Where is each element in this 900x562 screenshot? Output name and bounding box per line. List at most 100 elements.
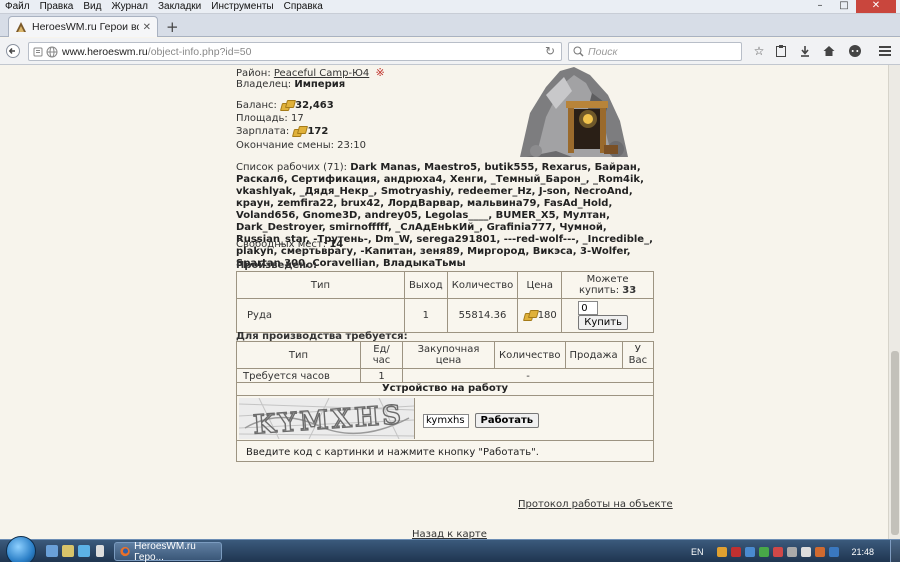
tray-app-icon[interactable] [829, 546, 840, 557]
bookmark-star-icon[interactable]: ☆ [752, 44, 766, 58]
close-window-icon[interactable]: ✕ [856, 0, 896, 13]
col-you-have: У Вас [621, 341, 655, 369]
location-marker-icon: ※ [375, 66, 385, 79]
clipboard-icon[interactable] [774, 44, 788, 58]
can-buy-value: 33 [622, 285, 637, 296]
col-per-hour: Ед/час [360, 341, 403, 369]
col-sale: Продажа [564, 341, 623, 369]
browser-tab[interactable]: HeroesWM.ru Герои войн... ✕ [8, 16, 158, 37]
resource-output: 1 [404, 298, 448, 333]
salary-value: 172 [307, 126, 329, 137]
menu-history[interactable]: Журнал [106, 1, 153, 12]
col-output: Выход [404, 271, 448, 299]
minimize-icon[interactable]: – [808, 0, 832, 13]
tab-strip: HeroesWM.ru Герои войн... ✕ + [0, 14, 900, 37]
back-icon[interactable] [6, 44, 20, 58]
site-favicon-icon [16, 22, 26, 32]
show-desktop-icon[interactable] [46, 545, 58, 557]
taskbar-firefox-task[interactable]: HeroesWM.ru Геро... [114, 540, 222, 562]
start-button[interactable] [6, 536, 36, 562]
page-scrollbar[interactable] [888, 65, 900, 539]
captcha-form: Работать [423, 413, 540, 428]
resource-price-cell: 180 [517, 298, 563, 333]
area-value: 17 [290, 113, 304, 124]
clock[interactable]: 21:48 [851, 547, 874, 557]
reload-icon[interactable]: ↻ [545, 44, 555, 58]
district-link[interactable]: Peaceful Camp-Ю4 [274, 68, 369, 79]
work-button[interactable]: Работать [474, 413, 540, 428]
window-controls: – □ ✕ [808, 0, 896, 13]
tray-app-icon[interactable] [759, 546, 770, 557]
workers-names: Dark Manas, Maestro5, butik555, Rexarus,… [236, 162, 653, 269]
owner-value: Империя [294, 79, 346, 90]
shift-end-value: 23:10 [337, 140, 366, 151]
page-info-icon[interactable] [33, 47, 43, 57]
tray-app-icon[interactable] [731, 546, 742, 557]
buy-cell: Купить [561, 298, 654, 333]
tray-warning-icon[interactable] [717, 546, 728, 557]
page-content: Район: Peaceful Camp-Ю4 ※ Владелец: Импе… [0, 65, 888, 539]
home-icon[interactable] [822, 44, 836, 58]
owner-label: Владелец: [236, 79, 292, 90]
menu-bookmarks[interactable]: Закладки [153, 1, 206, 12]
show-desktop-button[interactable] [890, 540, 900, 562]
menu-help[interactable]: Справка [279, 1, 328, 12]
buy-quantity-input[interactable] [578, 301, 599, 315]
menu-tools[interactable]: Инструменты [206, 1, 278, 12]
tray-app-icon[interactable] [773, 546, 784, 557]
search-box[interactable]: Поиск [568, 42, 742, 61]
resource-type: Руда [236, 298, 405, 333]
menu-edit[interactable]: Правка [35, 1, 79, 12]
taskbar-task-label: HeroesWM.ru Геро... [134, 540, 196, 562]
chat-icon[interactable] [848, 44, 862, 58]
job-title: Устройство на работу [237, 383, 653, 396]
back-to-map-link[interactable]: Назад к карте [412, 529, 487, 539]
table-header-row: Тип Ед/час Закупочная цена Количество Пр… [236, 341, 655, 369]
col-type: Тип [236, 271, 405, 299]
required-table: Тип Ед/час Закупочная цена Количество Пр… [236, 341, 655, 385]
district-label: Район: [236, 68, 271, 79]
area-label: Площадь: [236, 113, 288, 124]
quicklaunch-icon[interactable] [78, 545, 90, 557]
tray-app-icon[interactable] [815, 546, 826, 557]
language-indicator[interactable]: EN [691, 547, 704, 557]
menu-view[interactable]: Вид [78, 1, 106, 12]
col-price: Цена [517, 271, 563, 299]
more-icon[interactable] [96, 545, 104, 557]
new-tab-icon[interactable]: + [166, 18, 179, 36]
download-icon[interactable] [798, 44, 812, 58]
maximize-icon[interactable]: □ [832, 0, 856, 13]
owner-row: Владелец: Империя [236, 79, 636, 91]
buy-button[interactable]: Купить [578, 315, 629, 330]
windows-taskbar: HeroesWM.ru Геро... EN 21:48 [0, 536, 900, 562]
captcha-image: KYMXHS [239, 398, 415, 439]
workers-label: Список рабочих (71): [236, 162, 348, 173]
tab-title: HeroesWM.ru Герои войн... [32, 21, 139, 33]
shift-end-label: Окончание смены: [236, 140, 334, 151]
volume-icon[interactable] [801, 546, 812, 557]
url-bar[interactable]: www.heroeswm.ru/object-info.php?id=50 ↻ [28, 42, 562, 61]
network-icon[interactable] [787, 546, 798, 557]
search-placeholder: Поиск [588, 45, 618, 58]
resource-quantity: 55814.36 [446, 298, 519, 333]
menu-file[interactable]: Файл [0, 1, 35, 12]
protocol-link[interactable]: Протокол работы на объекте [518, 499, 673, 510]
free-slots-label: Свободных мест: [236, 239, 327, 250]
balance-row: Баланс: 32,463 [236, 100, 334, 112]
hamburger-menu-icon[interactable] [878, 44, 892, 58]
col-quantity: Количество [446, 271, 519, 299]
close-tab-icon[interactable]: ✕ [143, 22, 151, 33]
search-icon [573, 46, 584, 57]
table-row: Руда 1 55814.36 180 Купить [236, 298, 654, 333]
free-slots-row: Свободных мест: 14 [236, 239, 343, 251]
col-can-buy: Можете купить: 33 [561, 271, 654, 299]
globe-icon [46, 46, 58, 57]
explorer-icon[interactable] [62, 545, 74, 557]
scrollbar-thumb[interactable] [891, 351, 899, 535]
job-hint: Введите код с картинки и нажмите кнопку … [237, 440, 653, 462]
captcha-code-input[interactable] [423, 413, 469, 428]
tray-app-icon[interactable] [745, 546, 756, 557]
gold-icon [523, 310, 537, 319]
col-quantity: Количество [494, 341, 566, 369]
system-tray: EN 21:48 [691, 540, 900, 562]
